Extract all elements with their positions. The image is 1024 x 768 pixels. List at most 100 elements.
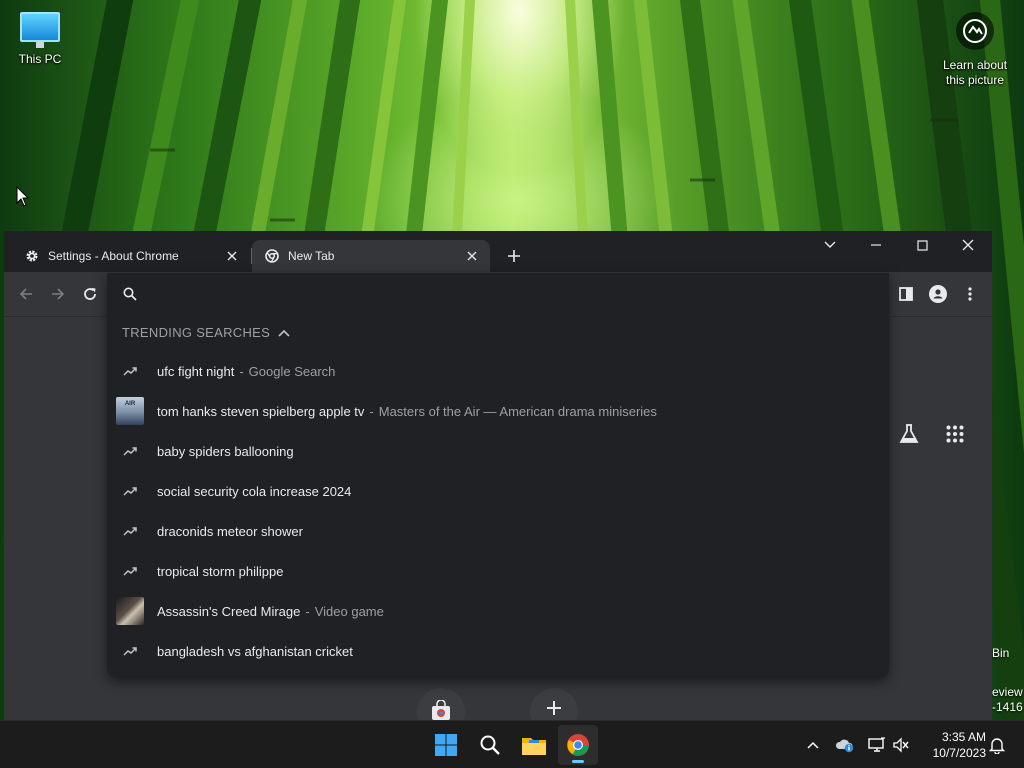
- trending-icon: [116, 517, 144, 545]
- forward-button[interactable]: [46, 282, 70, 306]
- learn-line-1: Learn about: [942, 58, 1008, 72]
- trending-icon: [116, 357, 144, 385]
- tab-new-tab[interactable]: New Tab: [252, 240, 490, 272]
- taskbar-search-button[interactable]: [470, 725, 510, 765]
- tab-settings-about-chrome[interactable]: Settings - About Chrome: [12, 240, 250, 272]
- close-tab-icon[interactable]: [224, 248, 240, 264]
- chrome-logo-icon: [567, 734, 589, 756]
- suggestion-text: bangladesh vs afghanistan cricket: [157, 643, 353, 659]
- thumbnail-assassins-creed-mirage: [116, 597, 144, 625]
- learn-line-2: this picture: [945, 73, 1005, 87]
- tab-title: New Tab: [288, 249, 335, 263]
- clock-time: 3:35 AM: [941, 730, 986, 744]
- bell-icon: [989, 738, 1005, 754]
- chrome-menu-button[interactable]: [958, 282, 982, 306]
- close-icon: [962, 239, 974, 251]
- trending-icon: [116, 477, 144, 505]
- side-panel-button[interactable]: [894, 282, 918, 306]
- suggestion-item[interactable]: tropical storm philippe: [107, 551, 889, 591]
- thumbnail-masters-of-the-air: AIR: [116, 397, 144, 425]
- suggestion-subtitle: Masters of the Air — American drama mini…: [378, 403, 657, 419]
- omnibox-input[interactable]: [151, 279, 889, 309]
- trending-searches-header[interactable]: TRENDING SEARCHES: [122, 325, 290, 340]
- trending-icon: [116, 637, 144, 665]
- gear-icon: [24, 248, 40, 264]
- profile-button[interactable]: [926, 282, 950, 306]
- folder-icon: [522, 738, 546, 755]
- preview-label-partial-1: eview: [992, 685, 1023, 699]
- minimize-button[interactable]: [853, 231, 899, 259]
- camera-lens-icon: [956, 12, 994, 50]
- preview-label-partial-2: -1416: [992, 700, 1023, 714]
- labs-flask-icon[interactable]: [898, 423, 920, 450]
- network-icon: [868, 737, 885, 752]
- reload-button[interactable]: [78, 282, 102, 306]
- suggestion-subtitle: Google Search: [248, 363, 336, 379]
- chrome-taskbar-button[interactable]: [558, 725, 598, 765]
- mouse-cursor-icon: [16, 186, 30, 207]
- trending-icon: [116, 437, 144, 465]
- notifications-button[interactable]: [986, 734, 1008, 756]
- suggestion-item[interactable]: AIR tom hanks steven spielberg apple tv …: [107, 391, 889, 431]
- suggestion-subtitle: Video game: [314, 603, 384, 619]
- arrow-right-icon: [52, 288, 65, 300]
- clock-date: 10/7/2023: [932, 746, 986, 760]
- suggestion-item[interactable]: Assassin's Creed Mirage - Video game: [107, 591, 889, 631]
- tab-search-button[interactable]: [807, 231, 853, 259]
- back-button[interactable]: [14, 282, 38, 306]
- suggestion-text: tom hanks steven spielberg apple tv: [157, 403, 365, 419]
- recycle-bin-label-partial: Bin: [992, 646, 1010, 660]
- show-hidden-icons-button[interactable]: [802, 734, 824, 756]
- close-window-button[interactable]: [945, 231, 991, 259]
- windows-logo-icon: [435, 734, 457, 756]
- taskbar: 3:35 AM 10/7/2023: [0, 720, 1024, 768]
- omnibox-dropdown: TRENDING SEARCHES ufc fight night - Goog…: [107, 273, 889, 678]
- chrome-icon: [264, 248, 280, 264]
- trending-searches-title: TRENDING SEARCHES: [122, 325, 271, 340]
- trending-icon: [116, 557, 144, 585]
- suggestion-item[interactable]: ufc fight night - Google Search: [107, 351, 889, 391]
- chevron-up-icon: [807, 741, 819, 749]
- side-panel-icon: [899, 287, 913, 301]
- google-apps-icon[interactable]: [946, 425, 964, 448]
- suggestion-separator: -: [305, 603, 310, 619]
- chevron-up-icon: [278, 329, 290, 337]
- taskbar-clock[interactable]: 3:35 AM 10/7/2023: [920, 729, 986, 761]
- suggestion-text: baby spiders ballooning: [157, 443, 294, 459]
- profile-icon: [929, 285, 947, 303]
- file-explorer-button[interactable]: [514, 725, 554, 765]
- onedrive-tray-button[interactable]: [834, 734, 856, 756]
- web-store-icon: [432, 700, 450, 720]
- suggestion-item[interactable]: bangladesh vs afghanistan cricket: [107, 631, 889, 671]
- network-tray-button[interactable]: [866, 734, 888, 756]
- suggestion-text: ufc fight night: [157, 363, 235, 379]
- plus-icon: [547, 701, 561, 715]
- desktop-icon-this-pc[interactable]: This PC: [12, 10, 68, 66]
- suggestion-separator: -: [239, 363, 244, 379]
- start-button[interactable]: [426, 725, 466, 765]
- suggestion-text: draconids meteor shower: [157, 523, 303, 539]
- suggestion-item[interactable]: baby spiders ballooning: [107, 431, 889, 471]
- cloud-info-icon: [835, 739, 854, 753]
- learn-about-picture[interactable]: Learn about this picture: [940, 12, 1010, 88]
- new-tab-button[interactable]: [502, 244, 526, 268]
- volume-tray-button[interactable]: [890, 734, 912, 756]
- suggestion-item[interactable]: social security cola increase 2024: [107, 471, 889, 511]
- maximize-button[interactable]: [899, 231, 945, 259]
- desktop-icon-label: This PC: [18, 52, 62, 66]
- arrow-left-icon: [19, 288, 32, 300]
- suggestion-item[interactable]: draconids meteor shower: [107, 511, 889, 551]
- volume-muted-icon: [893, 737, 909, 753]
- maximize-icon: [916, 239, 928, 251]
- search-icon: [123, 287, 137, 301]
- plus-icon: [508, 250, 520, 262]
- tab-strip: Settings - About Chrome New Tab: [4, 231, 992, 272]
- close-tab-icon[interactable]: [464, 248, 480, 264]
- suggestion-list: ufc fight night - Google Search AIR tom …: [107, 351, 889, 671]
- tab-title: Settings - About Chrome: [48, 249, 179, 263]
- more-vert-icon: [968, 287, 972, 301]
- suggestion-text: Assassin's Creed Mirage: [157, 603, 301, 619]
- chevron-down-icon: [824, 241, 836, 248]
- thumbnail-text: AIR: [116, 397, 144, 425]
- reload-icon: [84, 288, 96, 300]
